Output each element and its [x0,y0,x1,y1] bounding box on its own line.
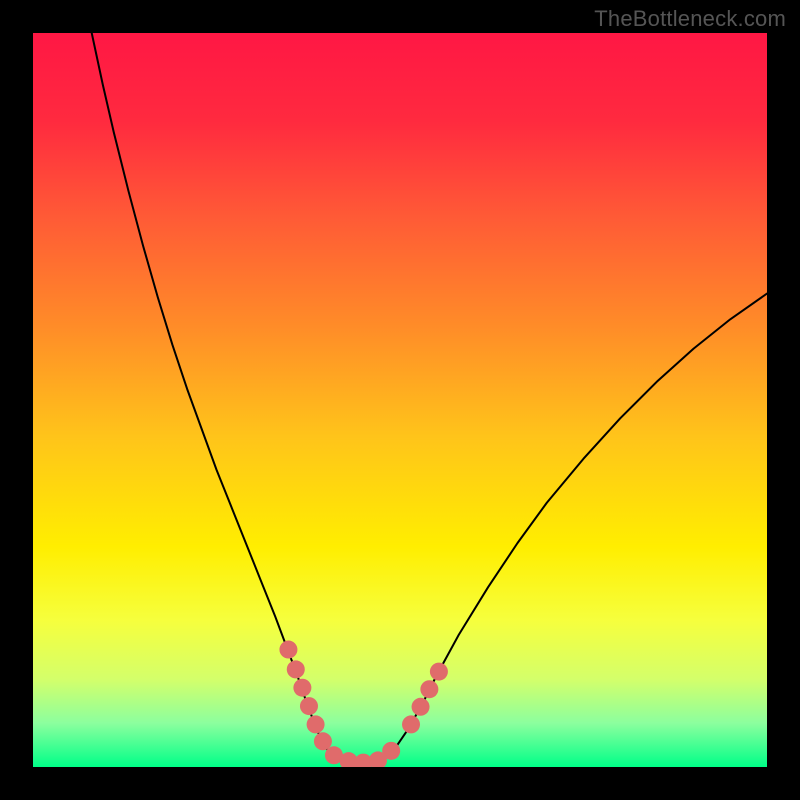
marker-dot [300,697,318,715]
marker-dot [287,660,305,678]
plot-area [33,33,767,767]
gradient-background [33,33,767,767]
marker-dot [420,680,438,698]
marker-dot [293,679,311,697]
marker-dot [402,715,420,733]
watermark-text: TheBottleneck.com [594,6,786,32]
marker-dot [412,698,430,716]
marker-dot [307,715,325,733]
marker-dot [382,742,400,760]
marker-dot [430,663,448,681]
marker-dot [279,641,297,659]
chart-container: TheBottleneck.com [0,0,800,800]
chart-svg [33,33,767,767]
